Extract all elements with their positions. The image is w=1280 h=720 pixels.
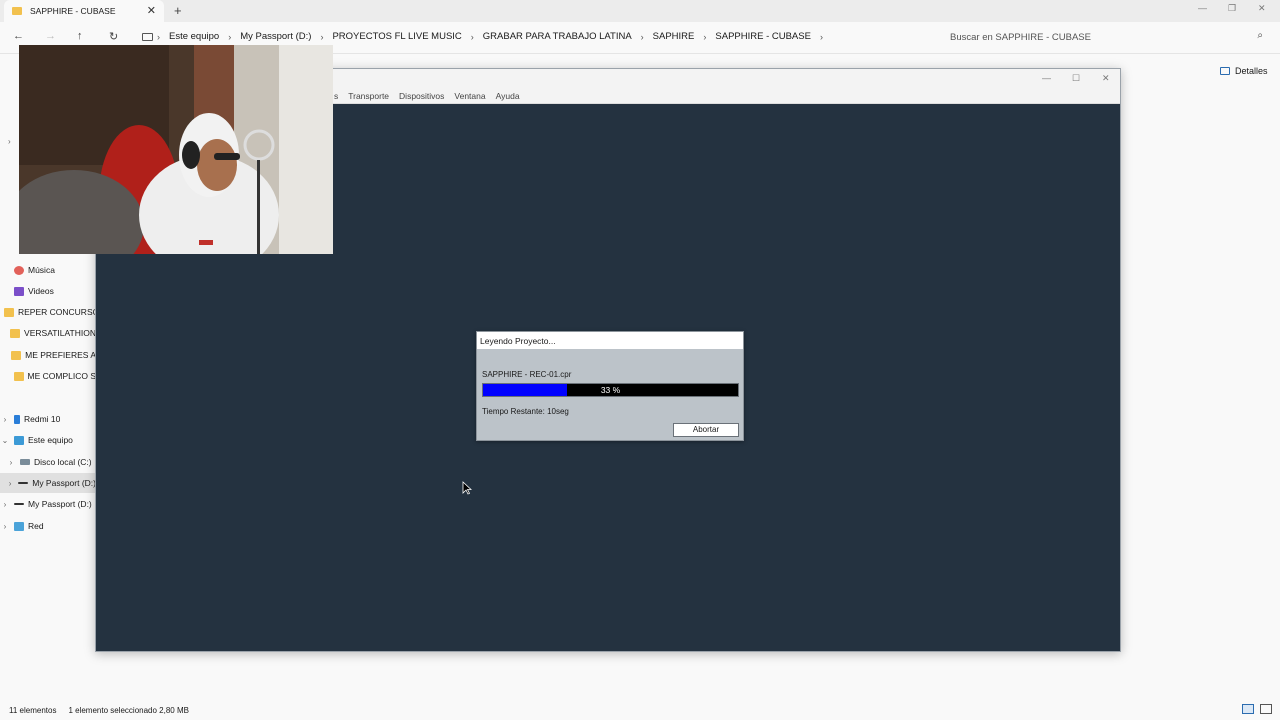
folder-icon [11, 350, 22, 360]
mouse-cursor-icon [462, 481, 472, 495]
view-toggle [1242, 704, 1272, 714]
drive-icon [18, 482, 29, 484]
new-tab-icon[interactable]: + [174, 3, 182, 18]
explorer-tab[interactable]: SAPPHIRE - CUBASE ✕ [4, 0, 164, 22]
item-count: 11 elementos [9, 705, 57, 715]
explorer-tab-bar: SAPPHIRE - CUBASE ✕ + — ❐ ✕ [0, 0, 1280, 22]
chevron-right-icon[interactable]: › [0, 500, 10, 509]
tab-title: SAPPHIRE - CUBASE [30, 6, 116, 16]
search-placeholder: Buscar en SAPPHIRE - CUBASE [950, 31, 1091, 43]
sidebar-item-my-passport[interactable]: › My Passport (D:) [0, 494, 96, 514]
folder-icon [10, 328, 21, 338]
details-pane-icon [1220, 67, 1230, 75]
maximize-icon[interactable]: ☐ [1072, 73, 1080, 84]
menu-transporte[interactable]: Transporte [348, 91, 389, 101]
breadcrumb-item[interactable]: PROYECTOS FL LIVE MUSIC [323, 31, 470, 42]
sidebar-item-folder[interactable]: REPER CONCURSO [0, 302, 96, 322]
chevron-right-icon[interactable]: › [6, 479, 14, 488]
chevron-down-icon[interactable]: ⌄ [0, 436, 10, 445]
folder-icon [4, 307, 14, 317]
chevron-right-icon[interactable]: › [820, 32, 823, 42]
menu-item[interactable]: s [334, 91, 338, 101]
status-bar: 11 elementos 1 elemento seleccionado 2,8… [0, 700, 1280, 720]
sidebar-item-label: My Passport (D:) [28, 499, 92, 509]
chevron-right-icon[interactable]: › [6, 458, 16, 467]
close-window-icon[interactable]: ✕ [1102, 73, 1110, 84]
breadcrumb-item[interactable]: SAPPHIRE - CUBASE [706, 31, 820, 42]
close-window-icon[interactable]: ✕ [1258, 3, 1266, 14]
sidebar-item-label: Videos [28, 286, 54, 296]
progress-label: 33 % [600, 385, 621, 395]
maximize-icon[interactable]: ❐ [1228, 3, 1236, 14]
loading-project-dialog: Leyendo Proyecto... SAPPHIRE - REC-01.cp… [476, 331, 744, 441]
up-arrow-icon[interactable]: ↑ [77, 30, 83, 42]
sidebar-item-folder[interactable]: VERSATILATHION [0, 323, 96, 343]
time-remaining: Tiempo Restante: 10seg [482, 407, 569, 416]
network-icon [14, 521, 24, 531]
breadcrumb: › Este equipo › My Passport (D:) › PROYE… [142, 31, 823, 42]
selection-info: 1 elemento seleccionado 2,80 MB [68, 705, 189, 715]
search-input[interactable]: Buscar en SAPPHIRE - CUBASE ⌕ [938, 26, 1273, 48]
chevron-right-icon[interactable]: › [0, 415, 10, 424]
breadcrumb-item[interactable]: My Passport (D:) [231, 31, 320, 42]
sidebar-item-disco-local[interactable]: › Disco local (C:) [0, 452, 96, 472]
sidebar-item-label: VERSATILATHION [24, 328, 96, 338]
webcam-image [19, 45, 333, 254]
details-view-icon[interactable] [1242, 704, 1254, 714]
close-tab-icon[interactable]: ✕ [147, 4, 156, 17]
details-button[interactable]: Detalles [1220, 66, 1268, 76]
sidebar-item-label: Disco local (C:) [34, 457, 92, 467]
sidebar-item-label: Redmi 10 [24, 414, 61, 424]
sidebar-item-red[interactable]: › Red [0, 516, 96, 536]
chevron-right-icon[interactable]: › [0, 522, 10, 531]
folder-icon [13, 371, 24, 381]
sidebar-item-label: ME COMPLICO S [27, 371, 96, 381]
back-arrow-icon[interactable]: ← [13, 30, 24, 42]
progress-bar: 33 % [482, 383, 739, 397]
details-label: Detalles [1235, 66, 1268, 76]
sidebar-item-label: ME PREFIERES A [25, 350, 96, 360]
menu-ventana[interactable]: Ventana [454, 91, 485, 101]
sidebar-item-videos[interactable]: Videos [0, 281, 96, 301]
menu-ayuda[interactable]: Ayuda [496, 91, 520, 101]
dialog-title: Leyendo Proyecto... [477, 332, 743, 349]
minimize-icon[interactable]: — [1042, 73, 1051, 83]
computer-icon [14, 435, 24, 445]
breadcrumb-item[interactable]: SAPHIRE [644, 31, 704, 42]
refresh-icon[interactable]: ↻ [109, 30, 118, 43]
sidebar-item-label: My Passport (D:) [32, 478, 96, 488]
sidebar-item-este-equipo[interactable]: ⌄ Este equipo [0, 430, 96, 450]
disk-icon [20, 459, 30, 465]
forward-arrow-icon[interactable]: → [45, 30, 56, 42]
tiles-view-icon[interactable] [1260, 704, 1272, 714]
music-icon [14, 265, 24, 275]
sidebar-item-folder[interactable]: ME COMPLICO S [0, 366, 96, 386]
breadcrumb-item[interactable]: GRABAR PARA TRABAJO LATINA [474, 31, 641, 42]
sidebar-item-my-passport[interactable]: › My Passport (D:) [0, 473, 96, 493]
chevron-right-icon[interactable]: › [8, 137, 11, 146]
phone-icon [14, 414, 20, 424]
webcam-overlay [19, 45, 333, 254]
sidebar-item-label: Este equipo [28, 435, 73, 445]
dialog-file-name: SAPPHIRE - REC-01.cpr [482, 370, 572, 379]
video-icon [14, 286, 24, 296]
folder-icon [12, 7, 22, 15]
search-icon: ⌕ [1257, 30, 1263, 41]
computer-icon [142, 32, 153, 41]
breadcrumb-item[interactable]: Este equipo [160, 31, 228, 42]
sidebar-item-label: Red [28, 521, 44, 531]
menu-dispositivos[interactable]: Dispositivos [399, 91, 444, 101]
sidebar-item-label: REPER CONCURSO [18, 307, 96, 317]
abort-button[interactable]: Abortar [673, 423, 739, 437]
minimize-icon[interactable]: — [1198, 3, 1207, 13]
sidebar-item-folder[interactable]: ME PREFIERES A [0, 345, 96, 365]
sidebar-item-label: Música [28, 265, 55, 275]
sidebar-item-musica[interactable]: Música [0, 260, 96, 280]
sidebar-item-redmi[interactable]: › Redmi 10 [0, 409, 96, 429]
drive-icon [14, 503, 24, 505]
